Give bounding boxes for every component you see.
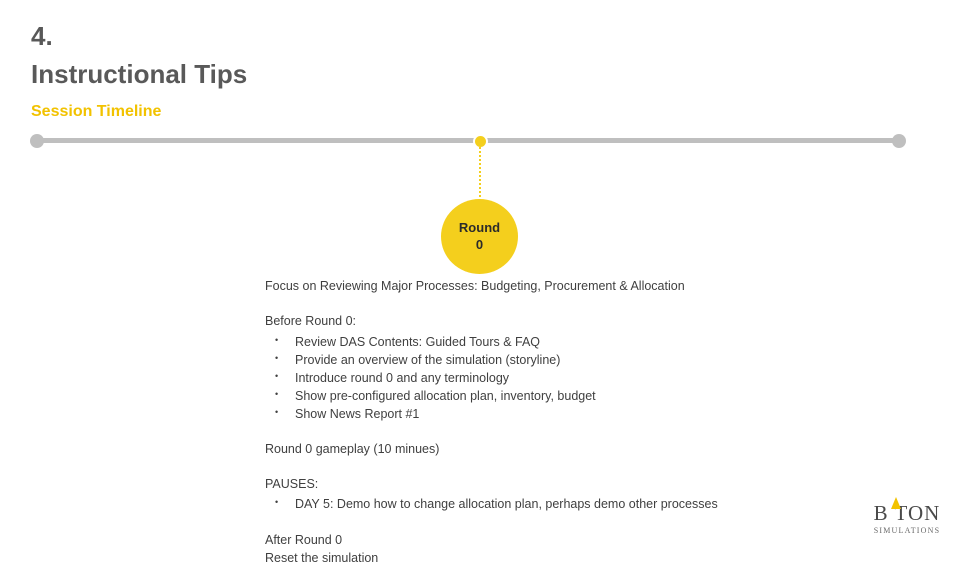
pauses-bullet-list: DAY 5: Demo how to change allocation pla… <box>265 495 915 513</box>
title-number: 4. <box>31 21 53 51</box>
pauses-label: PAUSES: <box>265 476 319 491</box>
before-round-label: Before Round 0: <box>265 313 357 328</box>
after-round-line: Reset the simulation <box>265 550 379 565</box>
focus-statement: Focus on Reviewing Major Processes: Budg… <box>265 279 685 293</box>
round-marker-label-line1: Round <box>458 220 501 236</box>
page-subtitle: Session Timeline <box>31 103 162 120</box>
timeline-connector-line <box>479 147 481 205</box>
session-timeline <box>30 132 906 150</box>
baton-simulations-logo: B TON SIMULATIONS <box>869 497 945 535</box>
round-marker-bubble[interactable]: Round 0 <box>441 199 518 274</box>
timeline-end-dot <box>892 134 906 148</box>
logo-word-text: B TON <box>873 501 941 525</box>
list-item: Introduce round 0 and any terminology <box>265 369 915 387</box>
gameplay-line: Round 0 gameplay (10 minues) <box>265 442 440 457</box>
timeline-bar <box>38 138 898 143</box>
list-item: Provide an overview of the simulation (s… <box>265 351 915 369</box>
slide-body: Focus on Reviewing Major Processes: Budg… <box>265 278 915 567</box>
list-item: Review DAS Contents: Guided Tours & FAQ <box>265 333 915 351</box>
round-marker-label-line2: 0 <box>475 236 484 252</box>
list-item: Show News Report #1 <box>265 405 915 423</box>
logo-subtext: SIMULATIONS <box>873 526 941 535</box>
logo-wordmark: B TON <box>873 497 941 525</box>
before-round-bullet-list: Review DAS Contents: Guided Tours & FAQ … <box>265 333 915 424</box>
logo-triangle-icon <box>890 497 901 509</box>
list-item: Show pre-configured allocation plan, inv… <box>265 387 915 405</box>
timeline-start-dot <box>30 134 44 148</box>
list-item: DAY 5: Demo how to change allocation pla… <box>265 495 915 513</box>
slide: 4. Instructional Tips Session Timeline R… <box>0 0 960 565</box>
page-title: Instructional Tips <box>31 59 248 89</box>
